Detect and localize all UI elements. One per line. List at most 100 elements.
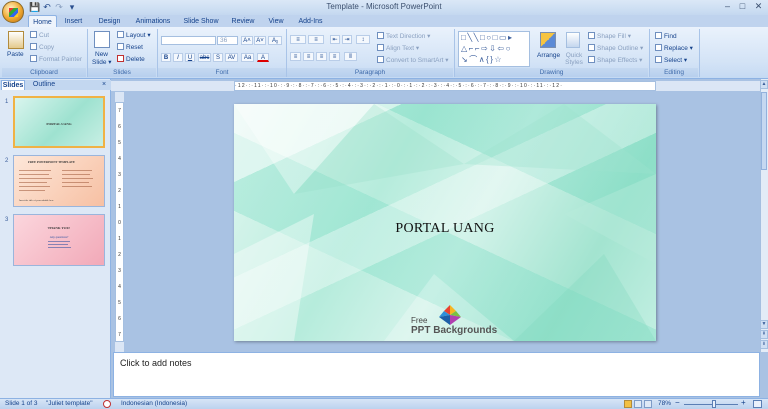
close-panel-icon[interactable]: × — [99, 80, 109, 90]
slide-thumbnail-2[interactable]: FREE POWERPOINT TEMPLATE Insert the titl… — [13, 155, 105, 207]
quick-styles-button[interactable]: Quick Styles — [562, 52, 586, 66]
layout-button[interactable]: Layout ▾ — [117, 31, 151, 40]
format-painter-label: Format Painter — [39, 56, 82, 63]
clear-formatting-button[interactable]: Aᵪ — [268, 36, 282, 45]
decrease-indent-icon[interactable]: ⇤ — [330, 35, 340, 44]
notes-pane[interactable]: Click to add notes — [113, 352, 760, 397]
scroll-up-icon[interactable]: ▲ — [760, 80, 768, 89]
copy-button[interactable]: Copy — [30, 43, 54, 52]
new-slide-label-1[interactable]: New — [95, 51, 108, 59]
zoom-slider-thumb[interactable] — [711, 400, 716, 408]
bullets-icon[interactable]: ≡ — [290, 35, 306, 44]
binoculars-icon — [655, 32, 662, 39]
numbering-icon[interactable]: ≡ — [308, 35, 324, 44]
bg-facet — [514, 254, 656, 341]
zoom-in-icon[interactable]: + — [741, 399, 746, 407]
slide-thumbnail-1[interactable]: PORTAL UANG — [13, 96, 105, 148]
align-left-icon[interactable]: ≡ — [290, 52, 301, 61]
paint-bucket-icon — [588, 32, 595, 39]
slide-canvas[interactable]: PORTAL UANG Free PPT Backgrounds — [234, 104, 656, 341]
thumbnail-text-line — [62, 182, 89, 183]
new-slide-label-2[interactable]: Slide ▾ — [92, 59, 112, 67]
close-window-button[interactable]: ✕ — [753, 1, 764, 12]
thumbnail-text-line — [62, 170, 92, 171]
bg-facet — [564, 174, 656, 264]
columns-icon[interactable]: ⫴ — [344, 52, 357, 61]
tab-slides[interactable]: Slides — [1, 80, 25, 90]
language[interactable]: Indonesian (Indonesia) — [121, 400, 187, 408]
paste-icon[interactable] — [8, 31, 24, 49]
thumbnail-text-line — [48, 244, 68, 245]
arrange-button[interactable]: Arrange — [537, 52, 560, 60]
shapes-row-2: △⌐⌐⇨⇩⇦○ — [461, 44, 512, 53]
character-spacing-button[interactable]: AV — [225, 53, 238, 62]
thumbnail-text-line — [62, 174, 90, 175]
scroll-down-icon[interactable]: ▼ — [760, 320, 768, 329]
shape-outline-label: Shape Outline ▾ — [597, 45, 644, 52]
shape-effects-button[interactable]: Shape Effects ▾ — [588, 56, 642, 65]
vertical-ruler-tick: 2 — [118, 188, 121, 194]
next-slide-icon[interactable]: ⇟ — [760, 340, 768, 349]
text-direction-button[interactable]: Text Direction ▾ — [377, 32, 430, 41]
delete-icon — [117, 55, 124, 62]
shrink-font-button[interactable]: A˅ — [254, 36, 266, 45]
font-color-button[interactable]: A — [257, 53, 269, 62]
bold-button[interactable]: B — [161, 53, 171, 62]
format-painter-button[interactable]: Format Painter — [30, 55, 82, 64]
slide-show-view-icon[interactable] — [644, 400, 652, 408]
strikethrough-button[interactable]: abc — [198, 53, 211, 62]
reset-button[interactable]: Reset — [117, 43, 143, 52]
tab-outline[interactable]: Outline — [27, 80, 61, 90]
replace-button[interactable]: Replace ▾ — [655, 44, 693, 53]
zoom-level[interactable]: 78% — [658, 400, 671, 408]
new-slide-icon[interactable] — [94, 31, 110, 48]
shapes-gallery[interactable]: □╲╲□○□▭▸ △⌐⌐⇨⇩⇦○ ↘⌒∧{}☆ — [458, 31, 530, 67]
change-case-button[interactable]: Aa — [241, 53, 254, 62]
spelling-check-icon[interactable] — [103, 400, 111, 408]
find-button[interactable]: Find — [655, 32, 677, 41]
minimize-button[interactable]: – — [722, 1, 733, 12]
arrange-icon[interactable] — [540, 32, 556, 48]
notes-placeholder[interactable]: Click to add notes — [120, 358, 192, 368]
normal-view-icon[interactable] — [624, 400, 632, 408]
vertical-ruler[interactable]: 7 6 5 4 3 2 1 0 1 2 3 4 5 6 7 — [115, 102, 124, 342]
align-text-button[interactable]: Align Text ▾ — [377, 44, 419, 53]
align-right-icon[interactable]: ≡ — [316, 52, 327, 61]
maximize-button[interactable]: □ — [737, 1, 748, 12]
quick-styles-icon[interactable] — [566, 32, 580, 48]
vertical-ruler-tick: 7 — [118, 108, 121, 114]
cut-button[interactable]: Cut — [30, 31, 49, 40]
horizontal-ruler[interactable]: ·12·:·11·:·10·:·9·:·8·:·7·:·6·:·5·:·4·:·… — [234, 81, 656, 91]
grow-font-button[interactable]: A˄ — [241, 36, 253, 45]
font-size-box[interactable]: 36 — [217, 36, 238, 45]
slide-number-1: 1 — [5, 99, 9, 105]
thumbnail-text-line — [48, 247, 71, 248]
scissors-icon — [30, 31, 37, 38]
italic-button[interactable]: I — [173, 53, 183, 62]
increase-indent-icon[interactable]: ⇥ — [342, 35, 352, 44]
justify-icon[interactable]: ≡ — [329, 52, 340, 61]
font-group-label: Font — [158, 68, 286, 77]
slide-thumbnail-3[interactable]: THANK YOU! Any questions? — [13, 214, 105, 266]
paste-button[interactable]: Paste — [7, 51, 24, 59]
underline-button[interactable]: U — [185, 53, 195, 62]
line-spacing-icon[interactable]: ↕ — [356, 35, 370, 44]
vertical-ruler-tick: 1 — [118, 236, 121, 242]
shape-fill-button[interactable]: Shape Fill ▾ — [588, 32, 631, 41]
delete-button[interactable]: Delete — [117, 55, 145, 64]
zoom-out-icon[interactable]: − — [675, 399, 680, 407]
shape-outline-button[interactable]: Shape Outline ▾ — [588, 44, 643, 53]
align-center-icon[interactable]: ≡ — [303, 52, 314, 61]
convert-smartart-button[interactable]: Convert to SmartArt ▾ — [377, 56, 449, 65]
fit-slide-icon[interactable] — [753, 400, 762, 408]
previous-slide-icon[interactable]: ⇞ — [760, 330, 768, 339]
brush-icon — [30, 55, 37, 62]
office-button[interactable] — [2, 1, 24, 23]
text-direction-icon — [377, 32, 384, 39]
scroll-thumb[interactable] — [761, 92, 767, 170]
select-button[interactable]: Select ▾ — [655, 56, 687, 65]
slide-sorter-view-icon[interactable] — [634, 400, 642, 408]
font-name-box[interactable] — [161, 36, 216, 45]
text-shadow-button[interactable]: S — [213, 53, 223, 62]
slide-title[interactable]: PORTAL UANG — [234, 221, 656, 237]
